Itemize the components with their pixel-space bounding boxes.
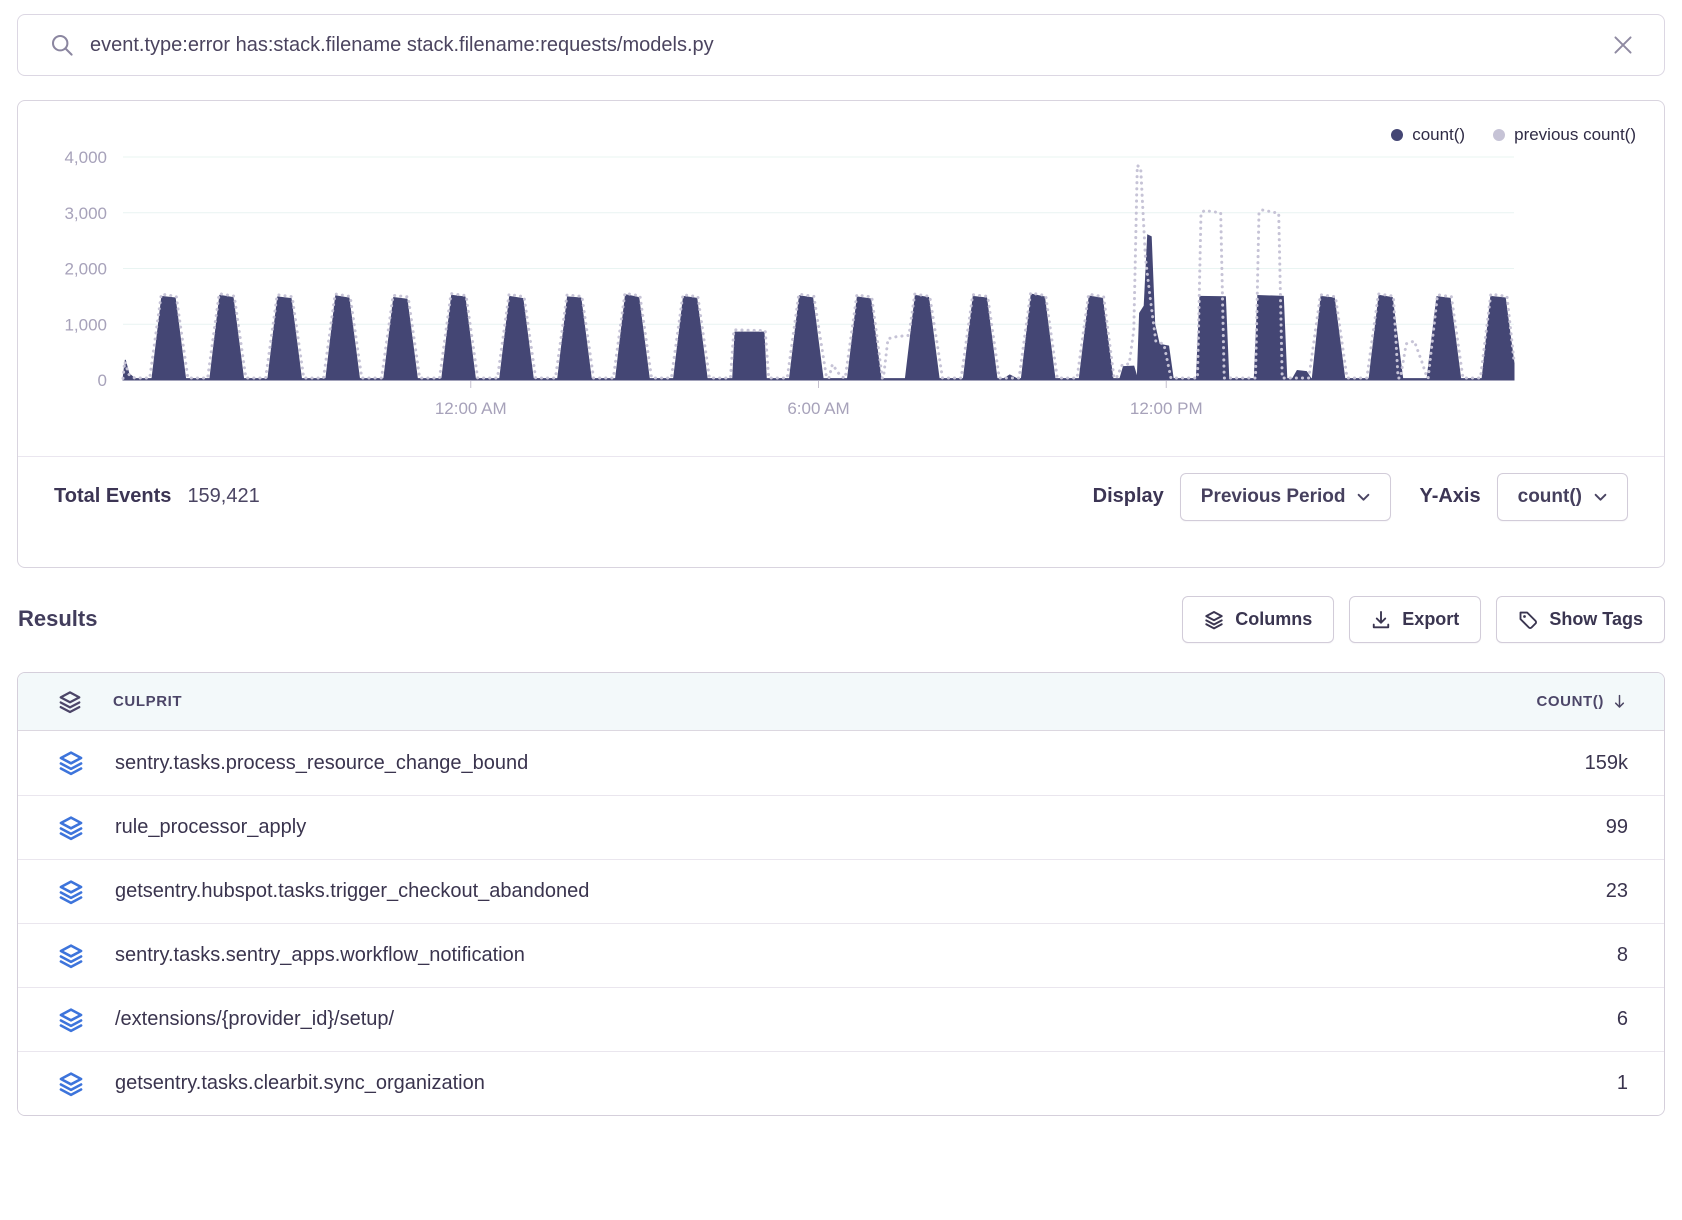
results-heading: Results bbox=[18, 606, 97, 632]
count-cell: 8 bbox=[1617, 944, 1628, 967]
display-label: Display bbox=[1093, 473, 1164, 519]
search-input[interactable] bbox=[90, 34, 1612, 57]
show-tags-button-label: Show Tags bbox=[1549, 609, 1643, 630]
layers-icon bbox=[1204, 610, 1224, 630]
layers-icon bbox=[58, 750, 84, 776]
layers-icon bbox=[58, 1071, 84, 1097]
y-axis-tick-label: 2,000 bbox=[64, 260, 107, 279]
show-tags-button[interactable]: Show Tags bbox=[1496, 596, 1665, 643]
search-icon bbox=[50, 33, 74, 57]
chevron-down-icon bbox=[1594, 493, 1607, 502]
export-button[interactable]: Export bbox=[1349, 596, 1481, 643]
count-cell: 1 bbox=[1617, 1072, 1628, 1095]
count-series-dot-icon bbox=[1391, 129, 1403, 141]
count-cell: 6 bbox=[1617, 1008, 1628, 1031]
table-row: /extensions/{provider_id}/setup/6 bbox=[18, 987, 1664, 1051]
columns-button-label: Columns bbox=[1235, 609, 1312, 630]
count-cell: 99 bbox=[1606, 816, 1628, 839]
table-row: rule_processor_apply 99 bbox=[18, 795, 1664, 859]
table-row: getsentry.hubspot.tasks.trigger_checkout… bbox=[18, 859, 1664, 923]
events-over-time-chart[interactable]: 0 1,000 2,000 3,000 4,000 12:00 AM 6:00 AM 12:0… bbox=[18, 141, 1664, 441]
sort-desc-arrow-icon bbox=[1611, 693, 1628, 710]
tag-icon bbox=[1518, 610, 1538, 630]
culprit-column-label: CULPRIT bbox=[113, 693, 182, 710]
x-axis-tick-label: 12:00 AM bbox=[435, 399, 507, 418]
results-actions: Columns Export Show Tags bbox=[1182, 596, 1665, 643]
culprit-column-header[interactable]: CULPRIT bbox=[58, 690, 182, 714]
count-cell: 23 bbox=[1606, 880, 1628, 903]
results-table-body: sentry.tasks.process_resource_change_bou… bbox=[18, 731, 1664, 1115]
yaxis-dropdown-value: count() bbox=[1518, 486, 1582, 508]
culprit-cell: rule_processor_apply bbox=[115, 816, 306, 839]
culprit-cell: sentry.tasks.process_resource_change_bou… bbox=[115, 752, 528, 775]
culprit-cell: sentry.tasks.sentry_apps.workflow_notifi… bbox=[115, 944, 525, 967]
chevron-down-icon bbox=[1357, 493, 1370, 502]
y-axis-tick-label: 4,000 bbox=[64, 148, 107, 167]
display-dropdown-value: Previous Period bbox=[1201, 486, 1346, 508]
yaxis-label: Y-Axis bbox=[1419, 473, 1480, 519]
display-dropdown[interactable]: Previous Period bbox=[1180, 473, 1392, 521]
y-axis-tick-label: 1,000 bbox=[64, 315, 107, 334]
culprit-cell: getsentry.tasks.clearbit.sync_organizati… bbox=[115, 1072, 485, 1095]
total-events-value: 159,421 bbox=[187, 473, 259, 519]
culprit-cell: getsentry.hubspot.tasks.trigger_checkout… bbox=[115, 880, 589, 903]
table-row: sentry.tasks.sentry_apps.workflow_notifi… bbox=[18, 923, 1664, 987]
close-icon[interactable] bbox=[1612, 34, 1634, 56]
export-button-label: Export bbox=[1402, 609, 1459, 630]
count-series-area bbox=[123, 235, 1514, 380]
total-events-label: Total Events bbox=[54, 473, 171, 519]
count-column-header[interactable]: COUNT() bbox=[1536, 693, 1628, 710]
results-table: CULPRIT COUNT() sentry.tasks.process_res… bbox=[17, 672, 1665, 1116]
search-bar bbox=[17, 14, 1665, 76]
table-row: getsentry.tasks.clearbit.sync_organizati… bbox=[18, 1051, 1664, 1115]
layers-icon bbox=[58, 879, 84, 905]
previous-count-series-dot-icon bbox=[1493, 129, 1505, 141]
layers-icon bbox=[58, 690, 82, 714]
x-axis-tick-label: 12:00 PM bbox=[1130, 399, 1203, 418]
yaxis-dropdown[interactable]: count() bbox=[1497, 473, 1628, 521]
x-axis-tick-label: 6:00 AM bbox=[787, 399, 849, 418]
chart-footer: Total Events 159,421 Display Previous Pe… bbox=[18, 456, 1664, 567]
download-icon bbox=[1371, 610, 1391, 630]
count-cell: 159k bbox=[1585, 752, 1628, 775]
y-axis-tick-label: 3,000 bbox=[64, 204, 107, 223]
events-chart-panel: count() previous count() 01,0002,0003,00… bbox=[17, 100, 1665, 568]
layers-icon bbox=[58, 815, 84, 841]
y-axis-tick-label: 0 bbox=[98, 371, 107, 390]
table-row: sentry.tasks.process_resource_change_bou… bbox=[18, 731, 1664, 795]
layers-icon bbox=[58, 1007, 84, 1033]
count-column-label: COUNT() bbox=[1536, 693, 1604, 710]
columns-button[interactable]: Columns bbox=[1182, 596, 1334, 643]
culprit-cell: /extensions/{provider_id}/setup/ bbox=[115, 1008, 394, 1031]
layers-icon bbox=[58, 943, 84, 969]
results-table-header: CULPRIT COUNT() bbox=[18, 673, 1664, 731]
